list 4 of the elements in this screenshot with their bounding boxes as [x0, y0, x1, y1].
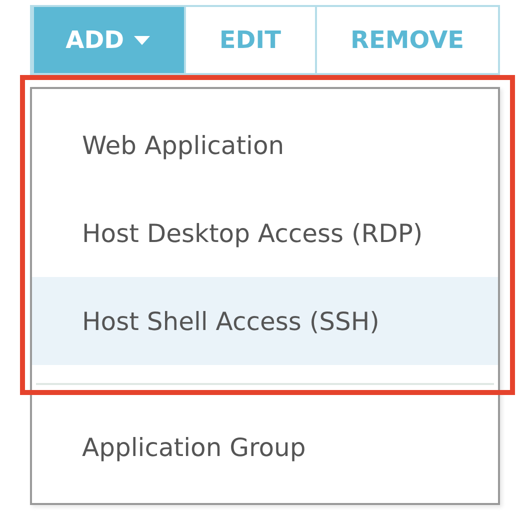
menu-item[interactable]: Web Application — [32, 101, 498, 189]
menu-item[interactable]: Application Group — [32, 403, 498, 491]
menu-item[interactable]: Host Desktop Access (RDP) — [32, 189, 498, 277]
menu-item[interactable]: Host Shell Access (SSH) — [32, 277, 498, 365]
